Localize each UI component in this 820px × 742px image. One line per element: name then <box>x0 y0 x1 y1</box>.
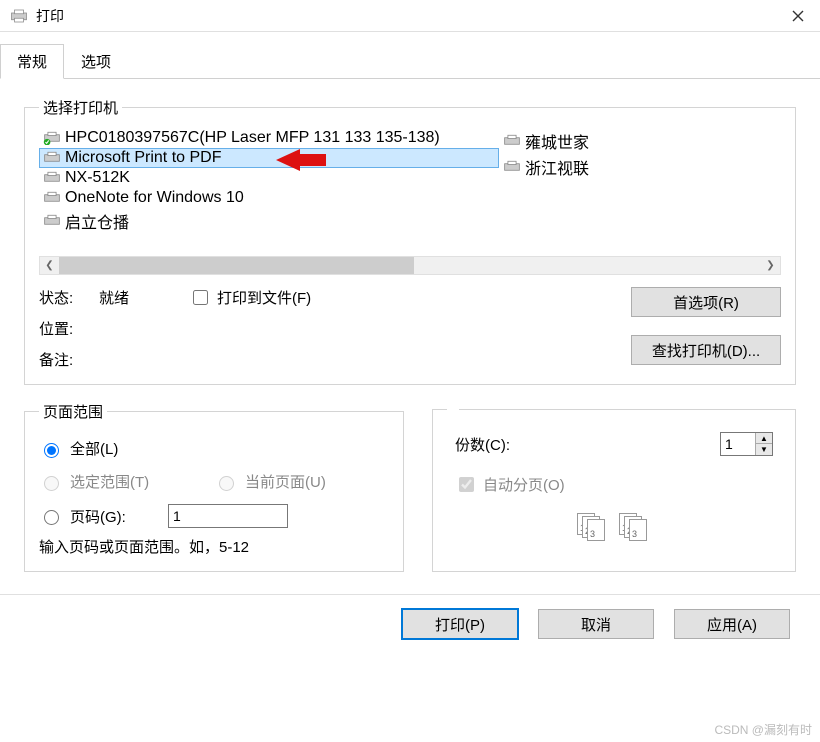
close-button[interactable] <box>788 6 808 26</box>
printer-item-label: HPC0180397567C(HP Laser MFP 131 133 135-… <box>65 129 440 147</box>
spinner-up-icon[interactable]: ▲ <box>756 433 772 444</box>
printer-item[interactable]: Microsoft Print to PDF <box>39 148 499 168</box>
range-pages-row[interactable]: 页码(G): <box>39 504 389 528</box>
range-current-row: 当前页面(U) <box>214 471 389 492</box>
printer-item-label: 启立仓播 <box>65 209 129 233</box>
printer-item-label: Microsoft Print to PDF <box>65 149 221 167</box>
printer-icon <box>503 160 521 174</box>
printer-item-label: 雍城世家 <box>525 129 589 153</box>
range-current-radio <box>219 476 234 491</box>
watermark: CSDN @漏刻有时 <box>714 721 812 738</box>
print-to-file-row[interactable]: 打印到文件(F) <box>189 287 311 308</box>
title-bar: 打印 <box>0 0 820 32</box>
printer-item-label: OneNote for Windows 10 <box>65 189 244 207</box>
range-pages-label: 页码(G): <box>70 506 160 527</box>
find-printer-button[interactable]: 查找打印机(D)... <box>631 335 781 365</box>
page-range-hint: 输入页码或页面范围。如，5-12 <box>39 536 389 557</box>
range-selection-radio <box>44 476 59 491</box>
dialog-button-bar: 打印(P) 取消 应用(A) <box>0 594 820 639</box>
collate-preview: 123 123 <box>447 513 781 541</box>
collate-label: 自动分页(O) <box>483 474 565 495</box>
page-range-group: 页面范围 全部(L) 选定范围(T) 当前页面(U) 页码(G): <box>24 401 404 572</box>
collate-stack-icon: 123 <box>577 513 609 541</box>
printer-list-scrollbar[interactable]: ❮ ❯ <box>39 256 781 275</box>
printer-list[interactable]: HPC0180397567C(HP Laser MFP 131 133 135-… <box>39 128 781 254</box>
tab-bar: 常规 选项 <box>0 44 820 79</box>
select-printer-group: 选择打印机 HPC0180397567C(HP Laser MFP 131 13… <box>24 97 796 385</box>
range-all-label: 全部(L) <box>70 438 118 459</box>
range-pages-radio[interactable] <box>44 510 59 525</box>
range-selection-label: 选定范围(T) <box>70 471 149 492</box>
location-label: 位置: <box>39 318 99 339</box>
scrollbar-thumb[interactable] <box>59 257 414 274</box>
status-label: 状态: <box>39 287 99 308</box>
printer-item[interactable]: NX-512K <box>39 168 499 188</box>
printer-icon <box>43 151 61 165</box>
preferences-button[interactable]: 首选项(R) <box>631 287 781 317</box>
pages-input[interactable] <box>168 504 288 528</box>
tab-general[interactable]: 常规 <box>0 44 64 79</box>
printer-item-label: 浙江视联 <box>525 155 589 179</box>
collate-checkbox <box>459 477 474 492</box>
scroll-right-icon[interactable]: ❯ <box>761 257 780 274</box>
print-to-file-checkbox[interactable] <box>193 290 208 305</box>
collate-stack-icon: 123 <box>619 513 651 541</box>
cancel-button[interactable]: 取消 <box>538 609 654 639</box>
copies-label: 份数(C): <box>455 434 510 455</box>
copies-group: . 份数(C): ▲ ▼ 自动分页(O) 123 <box>432 401 796 572</box>
copies-spinner[interactable]: ▲ ▼ <box>720 432 773 456</box>
scroll-left-icon[interactable]: ❮ <box>40 257 59 274</box>
range-current-label: 当前页面(U) <box>245 471 326 492</box>
select-printer-legend: 选择打印机 <box>39 97 122 118</box>
printer-item[interactable]: 浙江视联 <box>499 154 781 180</box>
spinner-down-icon[interactable]: ▼ <box>756 444 772 455</box>
apply-button[interactable]: 应用(A) <box>674 609 790 639</box>
printer-item[interactable]: OneNote for Windows 10 <box>39 188 499 208</box>
printer-icon <box>43 214 61 228</box>
printer-item[interactable]: 启立仓播 <box>39 208 499 234</box>
print-button[interactable]: 打印(P) <box>402 609 518 639</box>
printer-item-label: NX-512K <box>65 169 130 187</box>
printer-icon <box>503 134 521 148</box>
collate-row: 自动分页(O) <box>455 474 773 495</box>
window-title: 打印 <box>36 6 788 26</box>
printer-item[interactable]: HPC0180397567C(HP Laser MFP 131 133 135-… <box>39 128 499 148</box>
printer-icon <box>10 9 28 23</box>
comment-label: 备注: <box>39 349 99 370</box>
tab-options[interactable]: 选项 <box>64 44 128 79</box>
printer-icon <box>43 171 61 185</box>
close-icon <box>792 10 804 22</box>
range-all-radio[interactable] <box>44 443 59 458</box>
print-to-file-label: 打印到文件(F) <box>217 287 311 308</box>
range-selection-row: 选定范围(T) <box>39 471 214 492</box>
range-all-row[interactable]: 全部(L) <box>39 438 389 459</box>
printer-item[interactable]: 雍城世家 <box>499 128 781 154</box>
printer-icon <box>43 191 61 205</box>
copies-input[interactable] <box>721 433 755 455</box>
page-range-legend: 页面范围 <box>39 401 107 422</box>
printer-default-icon <box>43 131 61 145</box>
status-value: 就绪 <box>99 287 129 308</box>
